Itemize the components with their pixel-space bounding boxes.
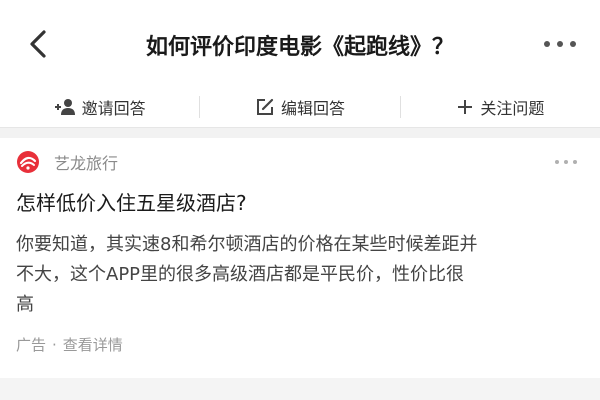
ad-footer: 广告 · 查看详情 bbox=[16, 334, 123, 355]
chevron-left-icon[interactable] bbox=[20, 24, 56, 64]
more-horizontal-icon[interactable] bbox=[554, 156, 578, 168]
section-separator bbox=[0, 378, 600, 400]
ad-tag: 广告 bbox=[16, 336, 47, 354]
ad-description-line: 你要知道，其实速8和希尔顿酒店的价格在某些时候差距并 bbox=[16, 234, 478, 255]
footer-separator: · bbox=[52, 335, 57, 354]
ad-card[interactable]: 艺龙旅行 怎样低价入住五星级酒店? 你要知道，其实速8和希尔顿酒店的价格在某些时… bbox=[0, 138, 600, 378]
follow-question-button[interactable]: 关注问题 bbox=[401, 86, 600, 127]
ad-brand[interactable]: 艺龙旅行 bbox=[16, 150, 118, 174]
question-page: 如何评价印度电影《起跑线》？ 邀请回答 编辑回答 关注问题 艺龙旅行 怎样低价入… bbox=[0, 0, 600, 400]
more-horizontal-icon[interactable] bbox=[542, 32, 578, 56]
edit-answer-label: 编辑回答 bbox=[280, 98, 345, 118]
page-title: 如何评价印度电影《起跑线》？ bbox=[145, 35, 454, 60]
edit-answer-button[interactable]: 编辑回答 bbox=[200, 86, 399, 127]
plus-icon bbox=[458, 99, 473, 114]
ad-description-line: 高 bbox=[16, 294, 34, 315]
ad-brand-name: 艺龙旅行 bbox=[54, 154, 119, 173]
section-separator bbox=[0, 128, 600, 138]
elong-logo-icon bbox=[17, 151, 39, 173]
ad-title[interactable]: 怎样低价入住五星级酒店? bbox=[16, 190, 576, 216]
view-details-link[interactable]: 查看详情 bbox=[63, 334, 123, 355]
add-user-icon bbox=[54, 98, 75, 115]
ad-description: 你要知道，其实速8和希尔顿酒店的价格在某些时候差距并 不大，这个APP里的很多高… bbox=[16, 230, 592, 320]
question-action-bar: 邀请回答 编辑回答 关注问题 bbox=[0, 86, 600, 128]
top-nav-bar: 如何评价印度电影《起跑线》？ bbox=[0, 0, 600, 86]
ad-description-line: 不大，这个APP里的很多高级酒店都是平民价，性价比很 bbox=[16, 264, 465, 285]
invite-answer-label: 邀请回答 bbox=[81, 98, 146, 118]
invite-answer-button[interactable]: 邀请回答 bbox=[0, 86, 199, 127]
follow-question-label: 关注问题 bbox=[480, 98, 545, 118]
edit-icon bbox=[256, 98, 274, 115]
